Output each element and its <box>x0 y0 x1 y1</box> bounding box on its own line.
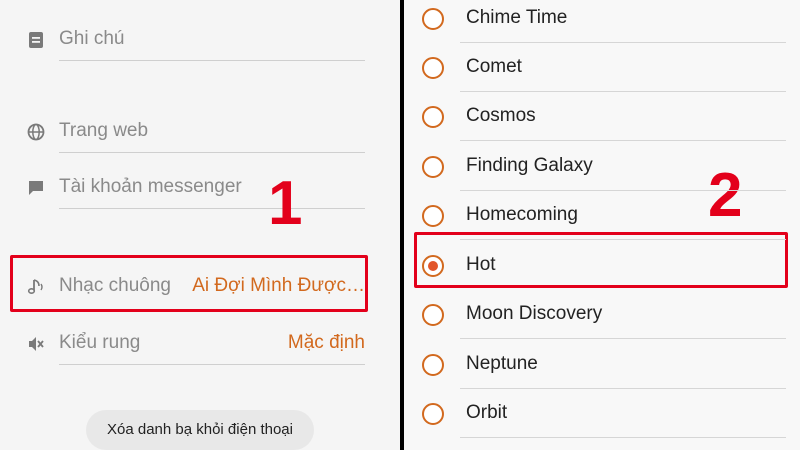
messenger-label: Tài khoản messenger <box>59 176 242 197</box>
ringtone-option[interactable]: Comet <box>404 53 800 102</box>
chat-bubble-icon <box>29 181 43 195</box>
option-label: Hot <box>466 254 496 275</box>
option-label: Orbit <box>466 402 508 423</box>
radio-button[interactable] <box>422 354 444 376</box>
radio-button[interactable] <box>422 304 444 326</box>
note-label: Ghi chú <box>59 28 125 49</box>
option-label: Homecoming <box>466 204 578 225</box>
radio-button[interactable] <box>422 8 444 30</box>
vibration-field[interactable]: Kiểu rung Mặc định <box>0 324 400 365</box>
website-label: Trang web <box>59 120 149 141</box>
option-separator <box>460 239 786 240</box>
option-separator <box>460 437 786 438</box>
option-separator <box>460 42 786 43</box>
step-number-1: 1 <box>268 169 303 238</box>
option-label: Cosmos <box>466 105 536 126</box>
ringtone-option[interactable]: Cosmos <box>404 102 800 151</box>
messenger-underline <box>59 208 365 209</box>
option-separator <box>460 140 786 141</box>
ringtone-option[interactable]: Orbit <box>404 399 800 448</box>
option-label: Moon Discovery <box>466 303 603 324</box>
radio-button[interactable] <box>422 156 444 178</box>
radio-button[interactable] <box>422 57 444 79</box>
website-underline <box>59 152 365 153</box>
radio-button[interactable] <box>422 106 444 128</box>
option-separator <box>460 338 786 339</box>
note-underline <box>59 60 365 61</box>
messenger-field[interactable]: Tài khoản messenger <box>0 168 400 209</box>
option-label: Chime Time <box>466 7 568 28</box>
radio-button-selected[interactable] <box>422 255 444 277</box>
option-separator <box>460 388 786 389</box>
website-field[interactable]: Trang web <box>0 112 400 153</box>
vibration-value: Mặc định <box>287 332 365 353</box>
option-separator <box>460 190 786 191</box>
vibration-label: Kiểu rung <box>59 332 141 353</box>
option-label: Comet <box>466 56 522 77</box>
option-label: Neptune <box>466 353 538 374</box>
ringtone-option[interactable]: Homecoming <box>404 201 800 250</box>
ringtone-option[interactable]: Neptune <box>404 350 800 399</box>
vibration-underline <box>59 364 365 365</box>
radio-button[interactable] <box>422 403 444 425</box>
ringtone-option-selected[interactable]: Hot <box>404 251 800 300</box>
option-separator <box>460 91 786 92</box>
ringtone-highlight-box <box>10 255 368 312</box>
delete-contact-button[interactable]: Xóa danh bạ khỏi điện thoại <box>86 410 314 450</box>
option-label: Finding Galaxy <box>466 155 593 176</box>
radio-button[interactable] <box>422 205 444 227</box>
ringtone-option[interactable]: Finding Galaxy <box>404 152 800 201</box>
ringtone-option[interactable]: Chime Time <box>404 4 800 53</box>
globe-icon <box>27 123 45 141</box>
note-field[interactable]: Ghi chú <box>0 20 400 61</box>
note-icon <box>29 32 43 48</box>
vibration-off-icon <box>29 337 44 351</box>
ringtone-option[interactable]: Moon Discovery <box>404 300 800 349</box>
contact-edit-panel <box>0 0 400 450</box>
